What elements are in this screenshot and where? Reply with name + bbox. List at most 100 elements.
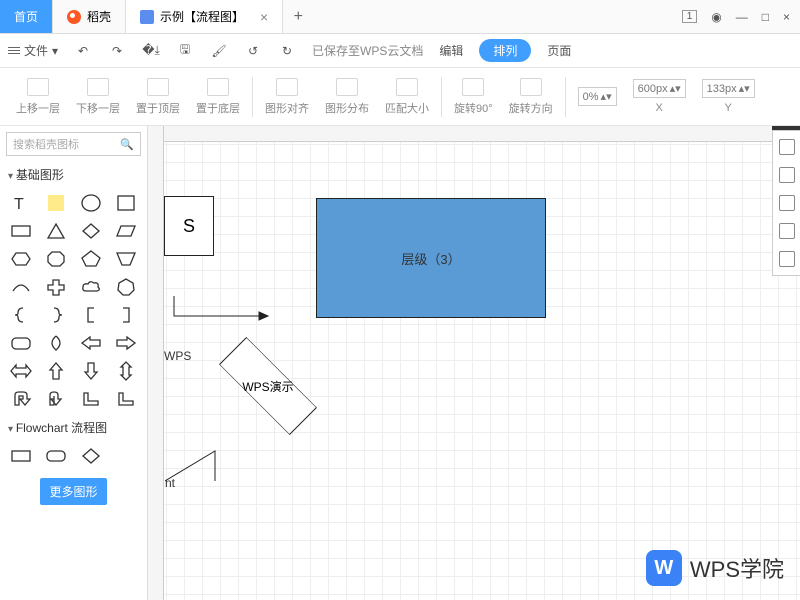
ruler-vertical — [148, 126, 164, 600]
category-basic[interactable]: 基础图形 — [0, 162, 147, 187]
sh-uturn2[interactable] — [41, 387, 72, 411]
download-button[interactable]: �⤓ — [142, 42, 160, 60]
sh-roundrect[interactable] — [6, 331, 37, 355]
distribute-button[interactable]: 图形分布 — [317, 78, 377, 116]
watermark-text: WPS学院 — [690, 552, 784, 584]
format-painter-button[interactable]: 🖌 — [210, 42, 228, 60]
user-icon[interactable]: ◉ — [711, 10, 721, 24]
align-button[interactable]: 图形对齐 — [257, 78, 317, 116]
close-icon[interactable]: × — [260, 9, 268, 25]
sh-brackl[interactable] — [76, 303, 107, 327]
distribute-label: 图形分布 — [325, 100, 369, 116]
tool-find-icon[interactable] — [779, 167, 795, 183]
y-input[interactable]: 133px ▴▾ — [702, 79, 755, 98]
sh-octagon[interactable] — [41, 247, 72, 271]
sh-circle[interactable] — [76, 191, 107, 215]
y-value: 133px — [707, 83, 737, 95]
bring-front-button[interactable]: 置于顶层 — [128, 78, 188, 116]
search-placeholder: 搜索稻壳图标 — [13, 136, 79, 152]
tool-crop-icon[interactable] — [779, 195, 795, 211]
sh-arrowlr[interactable] — [6, 359, 37, 383]
sh-cloud[interactable] — [76, 275, 107, 299]
more-shapes-button[interactable]: 更多图形 — [40, 478, 107, 505]
tool-page-icon[interactable] — [779, 251, 795, 267]
send-backward-button[interactable]: 下移一层 — [68, 78, 128, 116]
search-input[interactable]: 搜索稻壳图标🔍 — [6, 132, 141, 156]
tab-daoke[interactable]: 稻壳 — [53, 0, 126, 33]
sh-parallelogram[interactable] — [110, 219, 141, 243]
redo2-button[interactable]: ↻ — [278, 42, 296, 60]
minimize-button[interactable]: — — [736, 10, 748, 24]
redo-button[interactable]: ↷ — [108, 42, 126, 60]
tab-daoke-label: 稻壳 — [87, 8, 111, 25]
send-backward-label: 下移一层 — [76, 100, 120, 116]
rotate90-button[interactable]: 旋转90° — [446, 78, 501, 116]
sh-arrowl[interactable] — [76, 331, 107, 355]
align-icon — [276, 78, 298, 96]
tool-copy-icon[interactable] — [779, 223, 795, 239]
sh-bracel[interactable] — [6, 303, 37, 327]
x-input[interactable]: 600px ▴▾ — [633, 79, 686, 98]
canvas[interactable]: S 层级（3） WPS WPS演示 nt — [148, 126, 800, 600]
sh-arrowu[interactable] — [41, 359, 72, 383]
bring-front-label: 置于顶层 — [136, 100, 180, 116]
sh-corner2[interactable] — [110, 387, 141, 411]
sh-triangle[interactable] — [41, 219, 72, 243]
sh-arrowd[interactable] — [76, 359, 107, 383]
rotatedir-label: 旋转方向 — [509, 100, 553, 116]
rotate90-icon — [462, 78, 484, 96]
menu-page[interactable]: 页面 — [547, 42, 571, 59]
sh-square[interactable] — [110, 191, 141, 215]
add-tab-button[interactable]: + — [283, 0, 313, 33]
hamburger-icon — [8, 45, 20, 56]
sh-pentagon[interactable] — [76, 247, 107, 271]
sh-text[interactable]: T — [6, 191, 37, 215]
tool-compass-icon[interactable] — [779, 139, 795, 155]
svg-text:T: T — [14, 196, 24, 213]
sh-heptagon[interactable] — [110, 275, 141, 299]
close-window-button[interactable]: × — [783, 10, 790, 24]
fitsize-icon — [396, 78, 418, 96]
sh-bracer[interactable] — [41, 303, 72, 327]
sh-trap[interactable] — [110, 247, 141, 271]
sh-rect[interactable] — [6, 219, 37, 243]
send-back-button[interactable]: 置于底层 — [188, 78, 248, 116]
bring-forward-button[interactable]: 上移一层 — [8, 78, 68, 116]
maximize-button[interactable]: □ — [762, 10, 769, 24]
page-indicator[interactable]: 1 — [682, 10, 698, 23]
menu-arrange[interactable]: 排列 — [479, 39, 531, 62]
rotatedir-button[interactable]: 旋转方向 — [501, 78, 561, 116]
undo2-button[interactable]: ↺ — [244, 42, 262, 60]
sh-arrowr[interactable] — [110, 331, 141, 355]
sh-corner[interactable] — [76, 387, 107, 411]
file-menu[interactable]: 文件 ▾ — [8, 42, 58, 59]
shape-level3[interactable]: 层级（3） — [316, 198, 546, 318]
shape-decision[interactable]: WPS演示 — [218, 351, 318, 421]
sh-diamond[interactable] — [76, 219, 107, 243]
tab-home[interactable]: 首页 — [0, 0, 53, 33]
menu-edit[interactable]: 编辑 — [439, 42, 463, 59]
tab-document[interactable]: 示例【流程图】× — [126, 0, 283, 33]
sh-flow1[interactable] — [6, 444, 37, 468]
fitsize-button[interactable]: 匹配大小 — [377, 78, 437, 116]
titlebar: 首页 稻壳 示例【流程图】× + 1 ◉ — □ × — [0, 0, 800, 34]
sh-uturn1[interactable] — [6, 387, 37, 411]
sh-hexagon[interactable] — [6, 247, 37, 271]
sh-flow2[interactable] — [41, 444, 72, 468]
shape-start[interactable]: S — [164, 196, 214, 256]
undo-button[interactable]: ↶ — [74, 42, 92, 60]
sh-brackr[interactable] — [110, 303, 141, 327]
zoom-input[interactable]: 0% ▴▾ — [578, 87, 617, 106]
category-flowchart[interactable]: Flowchart 流程图 — [0, 415, 147, 440]
rotate90-label: 旋转90° — [454, 100, 493, 116]
sh-arrowud[interactable] — [110, 359, 141, 383]
sh-plus[interactable] — [41, 275, 72, 299]
sh-drop[interactable] — [41, 331, 72, 355]
save-button[interactable]: 🖫 — [176, 42, 194, 60]
sh-flow3[interactable] — [76, 444, 107, 468]
sh-arc[interactable] — [6, 275, 37, 299]
shapes-panel: 搜索稻壳图标🔍 基础图形 T — [0, 126, 148, 600]
connector-1[interactable] — [164, 296, 284, 356]
x-coord-group: 600px ▴▾ X — [625, 79, 694, 114]
sh-note[interactable] — [41, 191, 72, 215]
